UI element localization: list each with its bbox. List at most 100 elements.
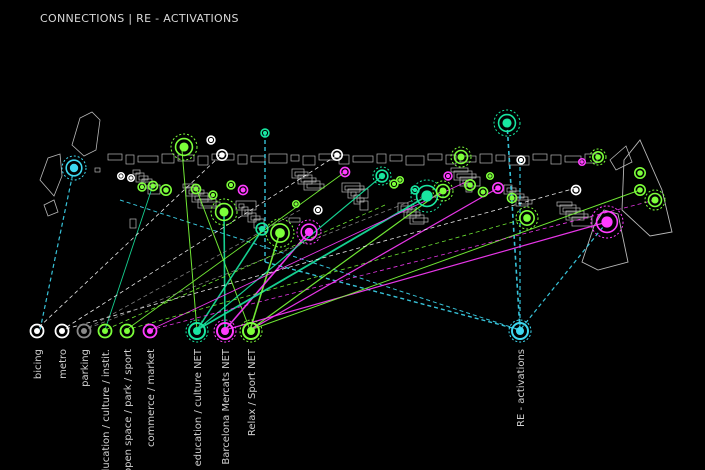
- legend-item: metro: [54, 323, 70, 379]
- city-block: [495, 154, 506, 162]
- map-node: [226, 180, 236, 190]
- city-block: [412, 217, 429, 223]
- connection-line: [506, 122, 521, 331]
- node-core: [580, 160, 584, 164]
- connection-line: [223, 211, 226, 331]
- node-core: [304, 227, 314, 237]
- legend-item: commerce / market: [142, 323, 158, 447]
- district-outline: [43, 199, 59, 217]
- node-core: [262, 130, 268, 136]
- connection-line: [224, 221, 608, 331]
- node-core: [445, 173, 451, 179]
- node-core: [595, 154, 601, 160]
- legend-marker-core: [59, 328, 65, 334]
- node-core: [219, 152, 225, 158]
- map-node: [590, 205, 624, 239]
- city-block: [479, 153, 493, 164]
- node-core: [193, 186, 199, 192]
- node-core: [208, 137, 214, 143]
- city-block: [268, 153, 288, 164]
- legend-item: parking: [76, 323, 92, 387]
- node-core: [412, 187, 418, 193]
- node-core: [573, 187, 579, 193]
- node-core: [467, 182, 473, 188]
- district-outline: [39, 153, 63, 197]
- node-core: [275, 228, 285, 238]
- node-core: [523, 214, 531, 222]
- city-block: [405, 155, 425, 166]
- map-node: [463, 179, 476, 192]
- legend-label: education / culture NET: [193, 348, 204, 466]
- map-node: [515, 206, 539, 230]
- connection-line: [181, 149, 198, 331]
- city-block: [250, 155, 266, 163]
- map-node: [432, 180, 454, 202]
- map-node: [291, 199, 301, 209]
- legend-item: Relax / Sport NET: [239, 319, 263, 436]
- map-node: [516, 155, 526, 165]
- legend-label: RE - activations: [516, 349, 527, 427]
- node-core: [139, 184, 145, 190]
- map-node: [216, 149, 229, 162]
- city-block: [302, 155, 316, 166]
- node-core: [179, 142, 189, 152]
- connections-diagram: bicing metro parking education / culture / …: [29, 109, 673, 470]
- city-block: [137, 155, 159, 163]
- node-core: [150, 183, 156, 189]
- map-node: [395, 175, 405, 185]
- node-core: [457, 153, 465, 161]
- node-core: [439, 187, 447, 195]
- node-core: [509, 195, 515, 201]
- node-core: [129, 176, 133, 180]
- node-core: [240, 187, 246, 193]
- legend-item: Barcelona Mercats NET: [213, 319, 237, 465]
- connection-line: [125, 219, 521, 331]
- map-node: [633, 167, 646, 180]
- city-block: [300, 177, 317, 183]
- city-block: [556, 201, 573, 207]
- legend-marker-core: [516, 327, 524, 335]
- city-block: [306, 183, 325, 189]
- legend-label: metro: [58, 349, 69, 379]
- node-core: [334, 152, 340, 158]
- city-block: [427, 153, 443, 161]
- node-core: [601, 216, 613, 228]
- node-core: [69, 163, 79, 173]
- node-core: [480, 189, 486, 195]
- city-block: [129, 218, 137, 229]
- map-node: [237, 184, 249, 196]
- city-block: [250, 215, 261, 221]
- legend-marker-core: [193, 327, 201, 335]
- connection-line: [39, 167, 75, 331]
- city-block: [356, 197, 365, 203]
- map-node: [644, 189, 666, 211]
- node-core: [495, 185, 501, 191]
- legend-item: education / culture / instit.: [97, 323, 113, 470]
- map-node: [443, 171, 453, 181]
- map-node: [170, 133, 198, 161]
- map-node: [339, 166, 351, 178]
- legend-marker-core: [221, 327, 229, 335]
- legend-label: education / culture / instit.: [101, 349, 112, 470]
- city-block: [125, 154, 135, 165]
- connection-line: [249, 189, 444, 331]
- legend-marker-core: [247, 327, 255, 335]
- map-node: [265, 218, 295, 248]
- city-block: [532, 153, 548, 161]
- legend-item: RE - activations: [508, 319, 532, 427]
- node-core: [637, 187, 643, 193]
- connection-lines: [35, 122, 656, 331]
- district-outline: [71, 111, 101, 157]
- node-core: [342, 169, 348, 175]
- city-block: [288, 217, 301, 223]
- map-nodes: [61, 109, 666, 248]
- legend-marker-core: [147, 328, 153, 334]
- city-block: [559, 204, 577, 215]
- connection-line: [249, 189, 641, 331]
- map-node: [206, 135, 216, 145]
- node-core: [378, 172, 386, 180]
- map-node: [372, 166, 392, 186]
- connection-line: [264, 261, 521, 331]
- city-block: [107, 153, 123, 161]
- legend-item: bicing: [29, 323, 45, 379]
